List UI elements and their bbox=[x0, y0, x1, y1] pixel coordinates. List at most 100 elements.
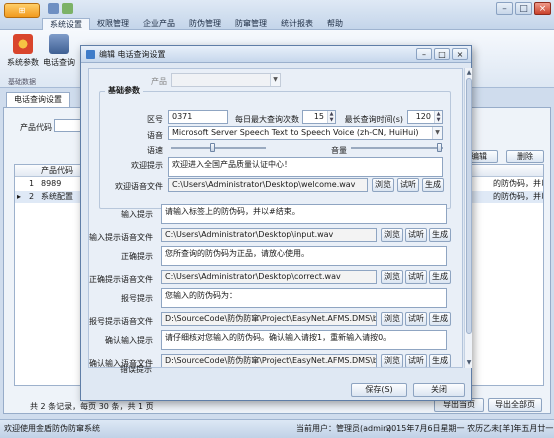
delete-button[interactable]: 删除 bbox=[506, 150, 544, 163]
welcome-file-input[interactable]: C:\Users\Administrator\Desktop\welcome.w… bbox=[168, 178, 368, 192]
basic-params-title: 基础参数 bbox=[105, 85, 143, 96]
dialog-maximize-button[interactable]: □ bbox=[434, 48, 450, 60]
welcome-label: 欢迎提示 bbox=[131, 161, 163, 170]
volume-slider-handle[interactable] bbox=[437, 143, 443, 152]
row-code: 8989 bbox=[41, 179, 62, 188]
chevron-down-icon: ▼ bbox=[432, 127, 442, 139]
confirm-browse-button[interactable]: 浏览 bbox=[381, 354, 403, 367]
input-prompt-label: 输入提示 bbox=[121, 210, 153, 219]
confirm-generate-button[interactable]: 生成 bbox=[429, 354, 451, 367]
dialog-scrollbar[interactable]: ▲ ▼ bbox=[464, 68, 472, 368]
save-icon[interactable] bbox=[48, 3, 59, 14]
dialog-minimize-button[interactable]: – bbox=[416, 48, 432, 60]
confirm-file-input[interactable]: D:\SourceCode\防伪防窜\Project\EasyNet.AFMS.… bbox=[161, 354, 377, 367]
correct-listen-button[interactable]: 试听 bbox=[405, 270, 427, 284]
scroll-down-icon[interactable]: ▼ bbox=[465, 358, 473, 367]
status-bar: 欢迎使用金盾防伪防窜系统 当前用户：管理员(admin) 2015年7月6日星期… bbox=[0, 419, 554, 438]
edit-phone-query-dialog: 编辑 电话查询设置 – □ × 产品 ▼ 基础参数 区号 0371 每日最大查询… bbox=[80, 45, 472, 401]
volume-label: 音量 bbox=[331, 146, 347, 155]
scroll-thumb[interactable] bbox=[466, 78, 472, 334]
menu-help[interactable]: 帮助 bbox=[320, 18, 350, 30]
status-welcome: 欢迎使用金盾防伪防窜系统 bbox=[4, 424, 100, 433]
welcome-text-input[interactable]: 欢迎进入全国产品质量认证中心！ bbox=[168, 157, 443, 177]
col-product-code[interactable]: 产品代码 bbox=[41, 165, 73, 177]
correct-generate-button[interactable]: 生成 bbox=[429, 270, 451, 284]
voice-label: 语音 bbox=[147, 131, 163, 140]
welcome-browse-button[interactable]: 浏览 bbox=[372, 178, 394, 192]
maximize-button[interactable]: □ bbox=[515, 2, 532, 15]
menu-products[interactable]: 企业产品 bbox=[136, 18, 182, 30]
correct-prompt-text[interactable]: 您所查询的防伪码为正品，请放心使用。 bbox=[161, 246, 447, 266]
max-time-label: 最长查询时间(s) bbox=[344, 115, 403, 124]
quick-access-toolbar bbox=[48, 3, 73, 14]
menu-reports[interactable]: 统计报表 bbox=[274, 18, 320, 30]
welcome-listen-button[interactable]: 试听 bbox=[397, 178, 419, 192]
report-prompt-text[interactable]: 您输入的防伪码为： bbox=[161, 288, 447, 308]
report-file-input[interactable]: D:\SourceCode\防伪防窜\Project\EasyNet.AFMS.… bbox=[161, 312, 377, 326]
ribbon-group-label: 基础数据 bbox=[8, 78, 36, 86]
input-prompt-text[interactable]: 请输入标签上的防伪码，并以#结束。 bbox=[161, 204, 447, 224]
menu-anti-diversion[interactable]: 防窜管理 bbox=[228, 18, 274, 30]
menu-anti-counterfeit[interactable]: 防伪管理 bbox=[182, 18, 228, 30]
system-params-button[interactable]: 系统参数 bbox=[6, 34, 40, 74]
spin-arrows-icon[interactable]: ▲ ▼ bbox=[434, 111, 442, 123]
area-code-input[interactable]: 0371 bbox=[168, 110, 228, 124]
row-indicator-icon: ▸ bbox=[17, 192, 22, 201]
max-time-stepper[interactable]: 120 ▲ ▼ bbox=[407, 110, 443, 124]
phone-query-button[interactable]: 电话查询 bbox=[42, 34, 76, 74]
confirm-listen-button[interactable]: 试听 bbox=[405, 354, 427, 367]
max-daily-label: 每日最大查询次数 bbox=[235, 115, 299, 124]
max-daily-stepper[interactable]: 15 ▲ ▼ bbox=[302, 110, 336, 124]
tab-phone-query-settings[interactable]: 电话查询设置 bbox=[6, 92, 70, 107]
app-menu-button[interactable]: ⊞ bbox=[4, 3, 40, 18]
dialog-close-button[interactable]: × bbox=[452, 48, 468, 60]
status-date: 2015年7月6日星期一 农历乙未[羊]年五月廿一 bbox=[386, 424, 554, 433]
correct-prompt-label: 正确提示 bbox=[121, 252, 153, 261]
spin-arrows-icon[interactable]: ▲ ▼ bbox=[327, 111, 335, 123]
system-params-label: 系统参数 bbox=[7, 58, 39, 67]
input-file-label: 输入提示语音文件 bbox=[89, 233, 153, 242]
correct-file-input[interactable]: C:\Users\Administrator\Desktop\correct.w… bbox=[161, 270, 377, 284]
speed-slider-handle[interactable] bbox=[209, 143, 215, 152]
scroll-up-icon[interactable]: ▲ bbox=[465, 68, 473, 77]
dialog-title: 编辑 电话查询设置 bbox=[99, 50, 166, 59]
window-controls: – □ × bbox=[496, 2, 551, 15]
input-generate-button[interactable]: 生成 bbox=[429, 228, 451, 242]
export-all-button[interactable]: 导出全部页 bbox=[488, 398, 542, 412]
dialog-app-icon bbox=[86, 50, 95, 59]
speed-slider[interactable] bbox=[171, 147, 266, 149]
welcome-generate-button[interactable]: 生成 bbox=[422, 178, 444, 192]
report-listen-button[interactable]: 试听 bbox=[405, 312, 427, 326]
pager-info: 共 2 条记录，每页 30 条，共 1 页 bbox=[30, 402, 154, 411]
report-prompt-label: 报号提示 bbox=[121, 294, 153, 303]
status-user: 当前用户：管理员(admin) bbox=[296, 424, 392, 433]
wrong-prompt-label: 错误提示 bbox=[120, 365, 152, 374]
correct-browse-button[interactable]: 浏览 bbox=[381, 270, 403, 284]
input-browse-button[interactable]: 浏览 bbox=[381, 228, 403, 242]
row-number: 2 bbox=[29, 192, 35, 201]
confirm-prompt-text[interactable]: 请仔细核对您输入的防伪码。确认输入请按1，重新输入请按0。 bbox=[161, 330, 447, 350]
welcome-file-label: 欢迎语音文件 bbox=[115, 182, 163, 191]
confirm-prompt-label: 确认输入提示 bbox=[105, 336, 153, 345]
report-generate-button[interactable]: 生成 bbox=[429, 312, 451, 326]
volume-slider[interactable] bbox=[351, 147, 443, 149]
phone-query-label: 电话查询 bbox=[43, 58, 75, 67]
report-browse-button[interactable]: 浏览 bbox=[381, 312, 403, 326]
row-prompt: 的防伪码，并以#结 bbox=[493, 179, 543, 188]
product-code-filter-label: 产品代码 bbox=[20, 123, 52, 132]
speed-label: 语速 bbox=[147, 146, 163, 155]
minimize-button[interactable]: – bbox=[496, 2, 513, 15]
dialog-window-controls: – □ × bbox=[416, 48, 468, 60]
report-file-label: 报号提示语音文件 bbox=[89, 317, 153, 326]
save-button[interactable]: 保存(S) bbox=[351, 383, 407, 397]
menu-permissions[interactable]: 权限管理 bbox=[90, 18, 136, 30]
input-listen-button[interactable]: 试听 bbox=[405, 228, 427, 242]
menu-system-settings[interactable]: 系统设置 bbox=[42, 18, 90, 30]
phone-icon bbox=[49, 34, 69, 54]
refresh-icon[interactable] bbox=[62, 3, 73, 14]
product-select: ▼ bbox=[171, 73, 281, 87]
close-dialog-button[interactable]: 关闭 bbox=[413, 383, 465, 397]
input-file-input[interactable]: C:\Users\Administrator\Desktop\input.wav bbox=[161, 228, 377, 242]
voice-select[interactable]: Microsoft Server Speech Text to Speech V… bbox=[168, 126, 443, 140]
close-button[interactable]: × bbox=[534, 2, 551, 15]
